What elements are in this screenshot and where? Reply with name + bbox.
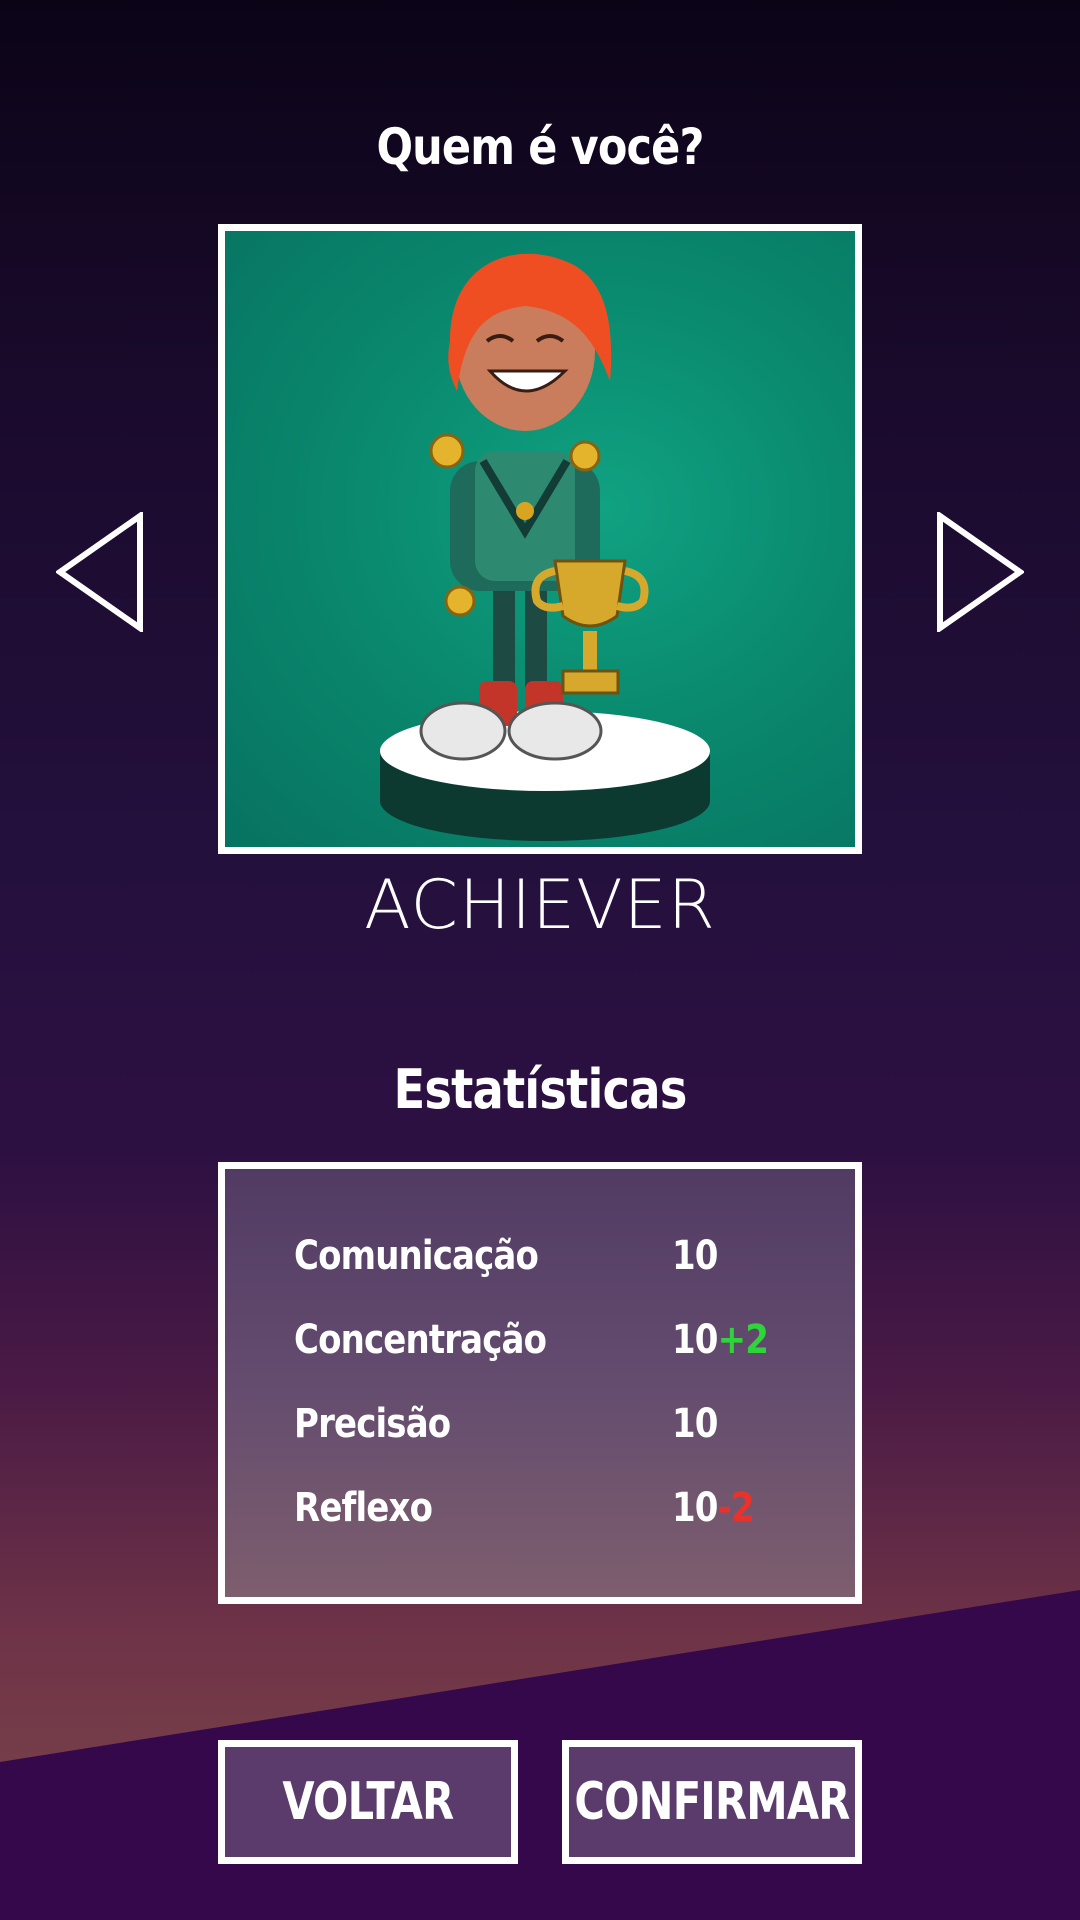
stats-title: Estatísticas bbox=[393, 1058, 688, 1121]
stat-row-precisao: Precisão 10 bbox=[225, 1401, 855, 1461]
stat-bonus-negative: -2 bbox=[717, 1485, 755, 1531]
stat-value: 10 bbox=[672, 1401, 718, 1447]
triangle-right-icon[interactable] bbox=[934, 512, 1024, 632]
stat-row-reflexo: Reflexo 10-2 bbox=[225, 1485, 855, 1545]
page-title: Quem é você? bbox=[376, 118, 704, 176]
character-class-name: ACHIEVER bbox=[364, 866, 716, 945]
stats-panel: Comunicação 10 Concentração 10+2 Precisã… bbox=[218, 1162, 862, 1604]
stat-label: Comunicação bbox=[294, 1233, 539, 1279]
stat-row-concentracao: Concentração 10+2 bbox=[225, 1317, 855, 1377]
stat-value: 10+2 bbox=[672, 1317, 769, 1363]
confirm-button[interactable]: CONFIRMAR bbox=[562, 1740, 862, 1864]
character-portrait bbox=[218, 224, 862, 854]
stat-label: Precisão bbox=[294, 1401, 451, 1447]
confirm-button-label: CONFIRMAR bbox=[574, 1772, 850, 1832]
back-button[interactable]: VOLTAR bbox=[218, 1740, 518, 1864]
back-button-label: VOLTAR bbox=[282, 1772, 454, 1832]
stat-label: Reflexo bbox=[294, 1485, 433, 1531]
stat-value: 10 bbox=[672, 1233, 718, 1279]
stat-value: 10-2 bbox=[672, 1485, 755, 1531]
triangle-left-icon[interactable] bbox=[56, 512, 146, 632]
stat-bonus-positive: +2 bbox=[717, 1317, 769, 1363]
stat-row-comunicacao: Comunicação 10 bbox=[225, 1233, 855, 1293]
achiever-character-illustration bbox=[380, 253, 710, 841]
stat-label: Concentração bbox=[294, 1317, 547, 1363]
